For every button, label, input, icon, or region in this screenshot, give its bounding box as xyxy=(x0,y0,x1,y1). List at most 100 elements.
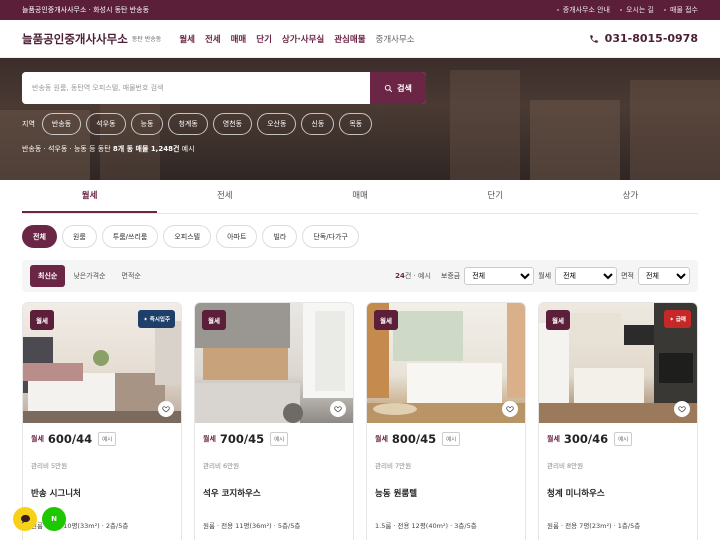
tab-short-term[interactable]: 단기 xyxy=(428,180,563,213)
search-button-label: 검색 xyxy=(397,83,412,93)
site-header: 늘품공인중개사사무소 동탄 반송동 월세 전세 매매 단기 상가·사무실 관심매… xyxy=(0,20,720,58)
region-chip-sin[interactable]: 신동 xyxy=(301,113,335,135)
listing-badge: 월세 xyxy=(374,310,398,330)
sort-low-price[interactable]: 낮은가격순 xyxy=(65,265,113,287)
listing-badge: 월세 xyxy=(30,310,54,330)
property-type-filter: 전체 원룸 투룸/쓰리룸 오피스텔 아파트 빌라 단독/다가구 xyxy=(0,214,720,248)
region-chip-cheonggye[interactable]: 청계동 xyxy=(168,113,208,135)
area-filter-select[interactable]: 전체 xyxy=(638,267,690,285)
listing-price: 600/44 xyxy=(47,432,93,446)
type-chip-all[interactable]: 전체 xyxy=(22,225,57,248)
nav-short-term[interactable]: 단기 xyxy=(256,33,272,45)
search-button[interactable]: 검색 xyxy=(370,72,426,104)
phone-text: 031-8015-0978 xyxy=(604,32,698,45)
listing-deal-type: 월세 xyxy=(31,435,44,443)
tab-jeonse[interactable]: 전세 xyxy=(157,180,292,213)
listing-price: 300/46 xyxy=(563,432,609,446)
listing-card[interactable]: 월세 월세 700/45 예시 관리비 6만원 석우 코지하우스 원룸 · 전용… xyxy=(194,302,354,540)
naver-label: N xyxy=(51,515,57,523)
favorite-button[interactable] xyxy=(674,401,690,417)
hero-banner: 검색 지역 반송동 석우동 능동 청계동 영천동 오산동 신동 목동 반송동 ·… xyxy=(0,58,720,180)
listing-info: 원룸 · 전용 7평(23m²) · 1층/5층 xyxy=(547,522,641,530)
area-filter-label: 면적 xyxy=(621,272,634,280)
region-chip-yeongcheon[interactable]: 영천동 xyxy=(212,113,253,135)
listing-badge: 월세 xyxy=(546,310,570,330)
chat-icon xyxy=(20,514,30,524)
nav-sale[interactable]: 매매 xyxy=(231,33,247,45)
rent-filter-select[interactable]: 전체 xyxy=(555,267,618,285)
search-input[interactable] xyxy=(22,72,370,104)
tab-sale[interactable]: 매매 xyxy=(292,180,427,213)
listing-photo: 월세 xyxy=(195,303,353,423)
region-chip-mok[interactable]: 목동 xyxy=(339,113,373,135)
main-nav: 월세 전세 매매 단기 상가·사무실 관심매물 중개사무소 xyxy=(179,33,414,45)
nav-commercial[interactable]: 상가·사무실 xyxy=(282,33,324,45)
listing-price-row: 월세 700/45 예시 xyxy=(195,423,353,446)
type-chip-house[interactable]: 단독/다가구 xyxy=(302,225,359,248)
example-tag: 예시 xyxy=(614,432,633,446)
sort-filter-bar: 최신순 낮은가격순 면적순 24건 · 예시 보증금 전체 월세 전체 면적 전… xyxy=(22,260,698,292)
region-chip-neung[interactable]: 능동 xyxy=(130,113,164,135)
site-logo[interactable]: 늘품공인중개사사무소 xyxy=(22,31,128,47)
link-listing-submit[interactable]: 매물 접수 xyxy=(664,5,698,15)
nav-favorites[interactable]: 관심매물 xyxy=(334,33,365,45)
type-chip-apartment[interactable]: 아파트 xyxy=(216,225,258,248)
result-count-suffix: 건 · 예시 xyxy=(404,272,431,280)
listing-title[interactable]: 석우 코지하우스 xyxy=(195,470,353,499)
sort-latest[interactable]: 최신순 xyxy=(30,265,66,287)
region-chip-osan[interactable]: 오산동 xyxy=(257,113,297,135)
phone-number[interactable]: 031-8015-0978 xyxy=(589,32,698,45)
type-chip-oneroom[interactable]: 원룸 xyxy=(61,225,97,248)
region-chip-bansong[interactable]: 반송동 xyxy=(41,113,82,135)
naver-button[interactable]: N xyxy=(42,507,66,531)
listing-fee: 관리비 8만원 xyxy=(547,462,584,470)
listing-fee: 관리비 7만원 xyxy=(375,462,412,470)
favorite-button[interactable] xyxy=(502,401,518,417)
nav-monthly-rent[interactable]: 월세 xyxy=(179,33,195,45)
region-filter: 지역 반송동 석우동 능동 청계동 영천동 오산동 신동 목동 xyxy=(22,113,373,135)
listing-title[interactable]: 능동 원룸텔 xyxy=(367,470,525,499)
favorite-button[interactable] xyxy=(158,401,174,417)
region-chip-seogu[interactable]: 석우동 xyxy=(86,113,126,135)
type-chip-villa[interactable]: 빌라 xyxy=(262,225,298,248)
region-label: 지역 xyxy=(22,120,35,128)
listing-deal-type: 월세 xyxy=(203,435,216,443)
listing-photo: 월세 ✦ 즉시입주 xyxy=(23,303,181,423)
urgent-sale-tag: ✦ 급매 xyxy=(664,310,691,328)
rent-filter-label: 월세 xyxy=(538,272,552,280)
listing-grid: 월세 ✦ 즉시입주 월세 600/44 예시 관리비 5만원 반송 시그니처 원… xyxy=(22,302,698,540)
link-directions[interactable]: 오시는 길 xyxy=(620,5,654,15)
deposit-filter-label: 보증금 xyxy=(440,272,461,280)
listing-card[interactable]: 월세 ✦ 급매 월세 300/46 예시 관리비 8만원 청계 미니하우스 원룸… xyxy=(538,302,698,540)
result-count-number: 24 xyxy=(395,272,405,280)
hero-summary-count: 8개 동 매물 1,248건 xyxy=(112,145,180,153)
hero-summary-prefix: 반송동 · 석우동 · 능동 등 동탄 xyxy=(22,145,113,153)
listing-title[interactable]: 반송 시그니처 xyxy=(23,470,181,499)
listing-card[interactable]: 월세 월세 800/45 예시 관리비 7만원 능동 원룸텔 1.5룸 · 전용… xyxy=(366,302,526,540)
favorite-button[interactable] xyxy=(330,401,346,417)
tab-monthly-rent[interactable]: 월세 xyxy=(22,180,158,213)
example-tag: 예시 xyxy=(270,432,289,446)
top-bar: 늘품공인중개사사무소 · 화성시 동탄 반송동 중개사무소 안내 오시는 길 매… xyxy=(0,0,720,20)
nav-office[interactable]: 중개사무소 xyxy=(376,33,415,45)
example-tag: 예시 xyxy=(98,432,117,446)
listing-title[interactable]: 청계 미니하우스 xyxy=(539,470,697,499)
immediate-move-tag: ✦ 즉시입주 xyxy=(138,310,175,328)
heart-icon xyxy=(162,406,170,413)
type-chip-tworoom[interactable]: 투룸/쓰리룸 xyxy=(101,225,159,248)
top-bar-links: 중개사무소 안내 오시는 길 매물 접수 xyxy=(557,5,698,15)
sort-area[interactable]: 면적순 xyxy=(114,265,149,287)
nav-jeonse[interactable]: 전세 xyxy=(205,33,221,45)
tab-commercial[interactable]: 상가 xyxy=(563,180,698,213)
listing-card[interactable]: 월세 ✦ 즉시입주 월세 600/44 예시 관리비 5만원 반송 시그니처 원… xyxy=(22,302,182,540)
listing-photo: 월세 xyxy=(367,303,525,423)
type-chip-officetel[interactable]: 오피스텔 xyxy=(163,225,212,248)
kakao-chat-button[interactable] xyxy=(13,507,37,531)
listing-price-row: 월세 300/46 예시 xyxy=(539,423,697,446)
phone-icon xyxy=(589,34,598,43)
listing-price: 800/45 xyxy=(391,432,437,446)
deposit-filter-select[interactable]: 전체 xyxy=(464,267,535,285)
example-tag: 예시 xyxy=(442,432,461,446)
link-office-info[interactable]: 중개사무소 안내 xyxy=(557,5,610,15)
listing-photo: 월세 ✦ 급매 xyxy=(539,303,697,423)
